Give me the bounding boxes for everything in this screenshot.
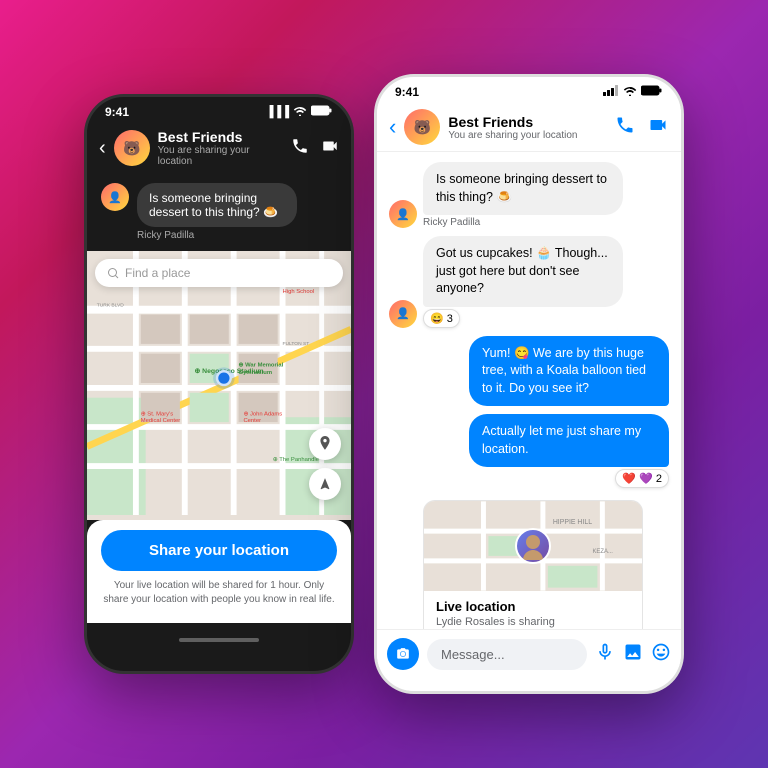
bubble-2: Got us cupcakes! 🧁 Though... just got he… [423, 236, 623, 307]
chat-subtitle-left: You are sharing your location [158, 145, 283, 167]
call-icon-right[interactable] [615, 115, 635, 140]
svg-text:KEZA...: KEZA... [592, 549, 613, 555]
bubble-3: Yum! 😋 We are by this huge tree, with a … [469, 336, 669, 407]
message-input[interactable]: Message... [427, 639, 587, 670]
input-bar: Message... [377, 629, 681, 678]
chat-header-right: ‹ 🐻 Best Friends You are sharing your lo… [377, 103, 681, 152]
chat-name-right: Best Friends [448, 114, 607, 130]
wifi-icon-right [623, 86, 637, 99]
message-row-4: Actually let me just share my location. … [389, 414, 669, 488]
location-card-info: Live location Lydie Rosales is sharing [424, 591, 642, 628]
back-button-left[interactable]: ‹ [99, 137, 106, 160]
status-bar-right: 9:41 [377, 77, 681, 103]
chat-subtitle-right: You are sharing your location [448, 130, 607, 141]
map-left[interactable]: ⊕ Negoesco Stadium ⊕ War Memorial Gymnas… [87, 251, 351, 520]
emoji-icon[interactable] [651, 642, 671, 667]
search-bar-left[interactable]: Find a place [95, 259, 343, 287]
svg-text:⊕ St. Mary's: ⊕ St. Mary's [141, 411, 173, 417]
sender-avatar-2: 👤 [389, 300, 417, 328]
message-row-1: 👤 Is someone bringing dessert to this th… [389, 162, 669, 228]
sender-avatar-left: 👤 [101, 183, 129, 211]
message-row-2: 👤 Got us cupcakes! 🧁 Though... just got … [389, 236, 669, 328]
reactions-4: ❤️ 💜 2 [469, 469, 669, 488]
time-left: 9:41 [105, 105, 129, 119]
pin-button[interactable] [309, 428, 341, 460]
message-preview-left: 👤 Is someone bringing dessert to this th… [87, 173, 351, 251]
message-row-3: Yum! 😋 We are by this huge tree, with a … [389, 336, 669, 407]
share-location-button[interactable]: Share your location [101, 530, 337, 571]
navigate-button[interactable] [309, 468, 341, 500]
share-notice: Your live location will be shared for 1 … [101, 579, 337, 607]
status-bar-left: 9:41 ▐▐▐ [87, 97, 351, 123]
svg-text:Medical Center: Medical Center [141, 418, 180, 424]
messages-area: 👤 Is someone bringing dessert to this th… [377, 152, 681, 629]
header-info-left: Best Friends You are sharing your locati… [158, 129, 283, 167]
home-indicator-left [87, 623, 351, 651]
video-icon-left[interactable] [321, 137, 339, 160]
svg-text:HIPPIE HILL: HIPPIE HILL [553, 519, 592, 526]
avatar-left: 🐻 [114, 130, 150, 166]
svg-text:TURK BLVD: TURK BLVD [97, 303, 124, 309]
live-location-sub: Lydie Rosales is sharing [436, 616, 630, 628]
bubble-1: Is someone bringing dessert to this thin… [423, 162, 623, 215]
back-button-right[interactable]: ‹ [389, 114, 396, 140]
svg-text:⊕ War Memorial: ⊕ War Memorial [239, 362, 284, 368]
message-bubble-left: Is someone bringing dessert to this thin… [137, 183, 297, 227]
location-map-preview: HIPPIE HILL KEZA... [424, 501, 642, 591]
sender-avatar-1: 👤 [389, 200, 417, 228]
sender-name-left: Ricky Padilla [137, 230, 297, 241]
image-icon[interactable] [623, 642, 643, 667]
signal-icon-right [603, 85, 619, 99]
battery-icon-right [641, 85, 663, 99]
header-info-right: Best Friends You are sharing your locati… [448, 114, 607, 141]
bubble-4: Actually let me just share my location. [469, 414, 669, 467]
svg-text:Center: Center [243, 418, 261, 424]
wifi-icon-left [293, 106, 307, 119]
phone-left: 9:41 ▐▐▐ ‹ 🐻 Be [84, 94, 354, 674]
signal-icon-left: ▐▐▐ [266, 106, 289, 118]
camera-button[interactable] [387, 638, 419, 670]
header-actions-left [291, 137, 339, 160]
video-icon-right[interactable] [647, 115, 669, 140]
svg-text:⊕ John Adams: ⊕ John Adams [243, 411, 282, 417]
sender-name-1: Ricky Padilla [423, 217, 623, 228]
svg-text:High School: High School [283, 289, 315, 295]
location-card[interactable]: HIPPIE HILL KEZA... [423, 500, 643, 629]
live-location-title: Live location [436, 599, 630, 614]
reactions-2: 😄 3 [423, 309, 623, 328]
input-icons [595, 642, 671, 667]
location-card-row: HIPPIE HILL KEZA... [389, 496, 669, 629]
battery-icon-left [311, 105, 333, 119]
svg-text:Gymnasium: Gymnasium [239, 370, 273, 376]
right-content: 👤 Is someone bringing dessert to this th… [377, 152, 681, 694]
loc-avatar [515, 528, 551, 564]
chat-name-left: Best Friends [158, 129, 283, 145]
mic-icon[interactable] [595, 642, 615, 667]
reaction-badge-4: ❤️ 💜 2 [615, 469, 669, 488]
reaction-badge-2: 😄 3 [423, 309, 460, 328]
bottom-section-left: Share your location Your live location w… [87, 520, 351, 623]
svg-text:⊕ The Panhandle: ⊕ The Panhandle [273, 457, 319, 463]
avatar-right: 🐻 [404, 109, 440, 145]
search-placeholder: Find a place [125, 266, 190, 280]
phone-right: 9:41 [374, 74, 684, 694]
home-indicator-right [377, 678, 681, 694]
time-right: 9:41 [395, 85, 419, 99]
header-actions-right [615, 115, 669, 140]
chat-header-left: ‹ 🐻 Best Friends You are sharing your lo… [87, 123, 351, 173]
message-placeholder: Message... [441, 647, 505, 662]
call-icon-left[interactable] [291, 137, 309, 160]
svg-text:FULTON ST: FULTON ST [283, 341, 310, 347]
